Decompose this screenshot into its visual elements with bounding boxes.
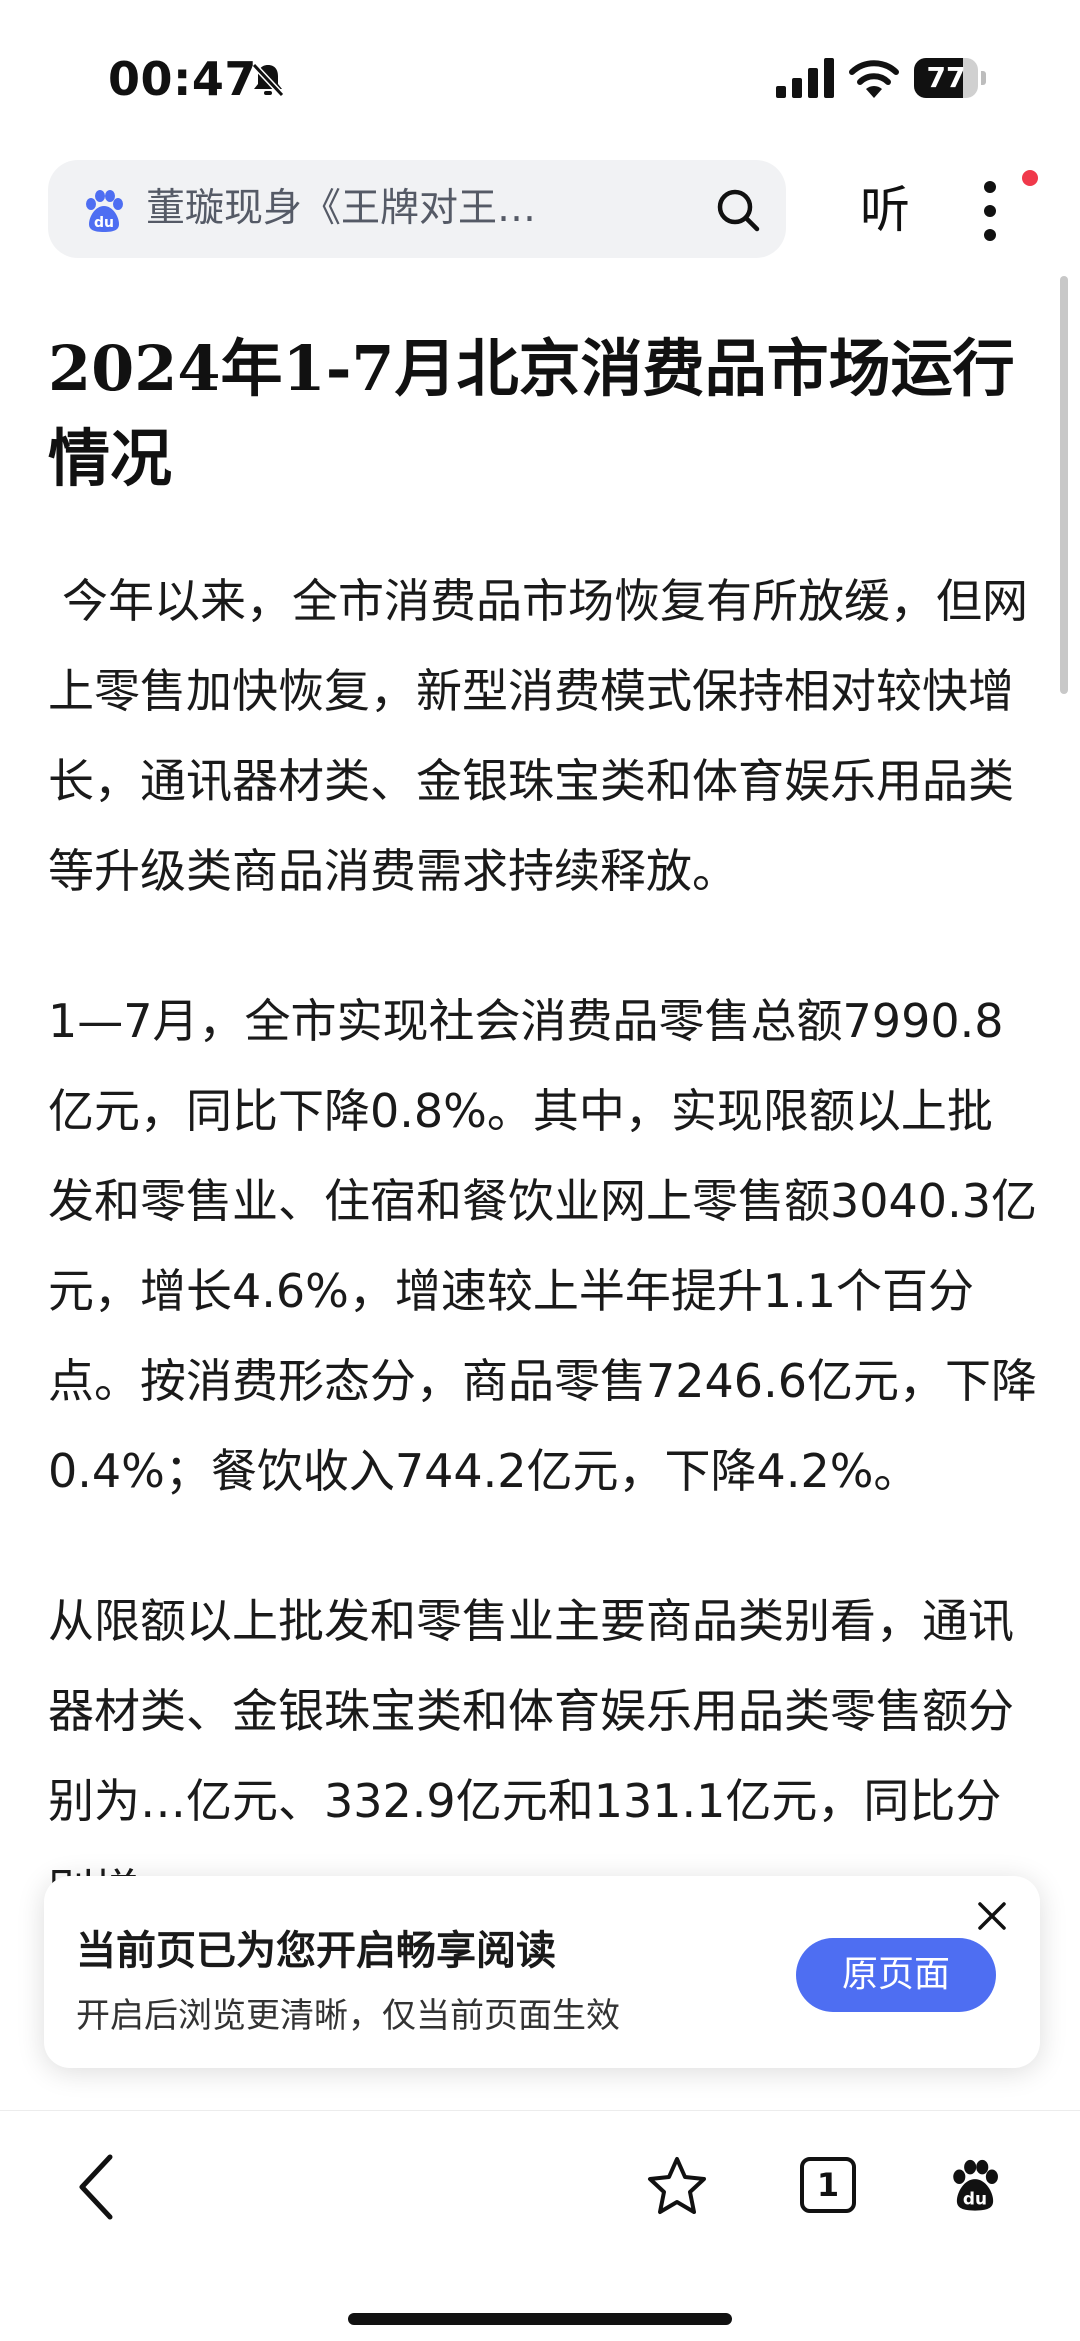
notification-dot: [1022, 170, 1038, 186]
battery-percent: 77: [926, 61, 966, 94]
battery-body: 77: [914, 58, 978, 98]
wifi-icon: [849, 60, 899, 98]
home-indicator[interactable]: [348, 2313, 732, 2325]
more-icon[interactable]: [970, 178, 1010, 244]
battery-tip: [981, 71, 986, 85]
search-icon[interactable]: [714, 186, 762, 234]
battery-icon: 77: [914, 58, 986, 98]
browser-page: 00:47 77 du 董璇现身《王牌对王… 听 2024年1-7月北京消费品市…: [0, 0, 1080, 2341]
article-title: 2024年1-7月北京消费品市场运行情况: [48, 332, 1015, 495]
back-icon[interactable]: [72, 2151, 120, 2223]
svg-text:du: du: [94, 215, 114, 231]
search-bar[interactable]: du 董璇现身《王牌对王…: [48, 160, 786, 258]
scrollbar-thumb[interactable]: [1060, 276, 1068, 694]
tabs-button[interactable]: 1: [800, 2157, 856, 2213]
article-paragraph: 1—7月，全市实现社会消费品零售总额7990.8亿元，同比下降0.8%。其中，实…: [48, 994, 1037, 1498]
mute-bell-icon: [251, 62, 285, 98]
listen-button[interactable]: 听: [850, 172, 920, 248]
star-icon[interactable]: [646, 2155, 708, 2217]
original-page-button[interactable]: 原页面: [796, 1938, 996, 2012]
status-time: 00:47: [108, 52, 257, 106]
close-icon[interactable]: [972, 1896, 1012, 1936]
article-paragraph: 今年以来，全市消费品市场恢复有所放缓，但网上零售加快恢复，新型消费模式保持相对较…: [48, 574, 1028, 898]
baidu-paw-icon[interactable]: du: [946, 2155, 1004, 2213]
reading-mode-banner: 当前页已为您开启畅享阅读 开启后浏览更清晰，仅当前页面生效 原页面: [44, 1876, 1040, 2068]
banner-title: 当前页已为您开启畅享阅读: [76, 1928, 556, 1974]
bottom-toolbar: 1 du: [0, 2110, 1080, 2341]
status-bar: 00:47 77: [0, 0, 1080, 150]
svg-text:du: du: [963, 2189, 987, 2209]
signal-icon: [776, 58, 834, 98]
baidu-logo-icon: du: [86, 190, 123, 232]
search-query-text[interactable]: 董璇现身《王牌对王…: [146, 160, 646, 258]
banner-subtitle: 开启后浏览更清晰，仅当前页面生效: [76, 1996, 620, 2036]
article: 2024年1-7月北京消费品市场运行情况 今年以来，全市消费品市场恢复有所放缓，…: [48, 324, 1038, 1936]
